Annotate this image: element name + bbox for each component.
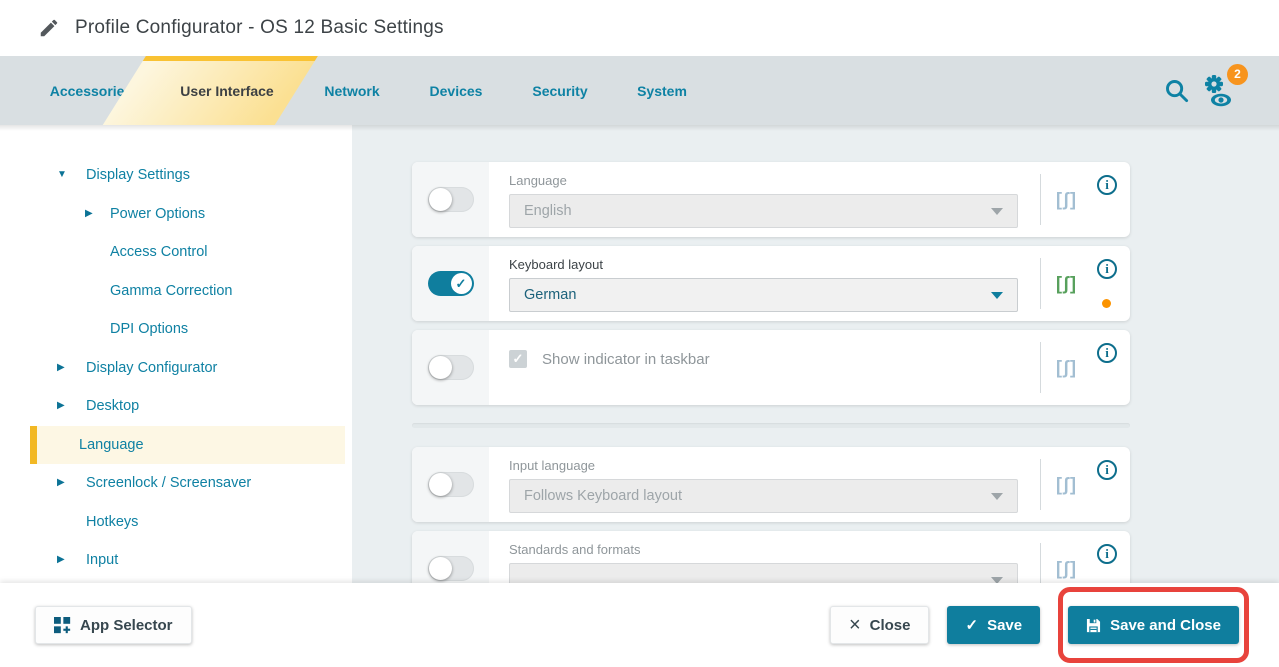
sidebar-item-access-control[interactable]: Access Control (30, 233, 345, 272)
setting-row-input-language: Input language Follows Keyboard layout [… (412, 447, 1130, 522)
dropdown-caret-icon (991, 208, 1003, 215)
app-grid-plus-icon (54, 617, 71, 634)
script-variable-icon[interactable]: [ʃ] (1056, 273, 1077, 294)
sidebar-item-dpi-options[interactable]: DPI Options (30, 310, 345, 349)
input-language-toggle[interactable] (428, 472, 474, 497)
setting-row-language: Language English [ʃ] i (412, 162, 1130, 237)
dropdown-caret-icon (991, 292, 1003, 299)
script-variable-icon[interactable]: [ʃ] (1056, 474, 1077, 495)
sidebar-item-language[interactable]: Language (30, 426, 345, 465)
check-icon: ✓ (965, 616, 978, 634)
modified-indicator-dot (1102, 299, 1111, 308)
tab-bar: Accessories User Interface Network Devic… (0, 56, 1279, 125)
sidebar-item-power-options[interactable]: ▶ Power Options (30, 195, 345, 234)
field-label: Input language (509, 458, 1018, 473)
sidebar-item-screenlock-screensaver[interactable]: ▶ Screenlock / Screensaver (30, 464, 345, 503)
info-icon[interactable]: i (1097, 343, 1117, 363)
script-variable-icon[interactable]: [ʃ] (1056, 558, 1077, 579)
input-language-select: Follows Keyboard layout (509, 479, 1018, 513)
sidebar-item-input[interactable]: ▶ Input (30, 541, 345, 580)
taskbar-indicator-checkbox: ✓ (509, 350, 527, 368)
close-x-icon: × (849, 615, 861, 635)
collapse-arrow-icon[interactable]: ▼ (57, 156, 67, 195)
sidebar-item-gamma-correction[interactable]: Gamma Correction (30, 272, 345, 311)
selected-value: German (524, 287, 576, 303)
setting-row-standards-formats: Standards and formats [ʃ] i (412, 531, 1130, 583)
info-icon[interactable]: i (1097, 175, 1117, 195)
pencil-icon (38, 17, 60, 39)
keyboard-layout-select[interactable]: German (509, 278, 1018, 312)
expand-arrow-icon[interactable]: ▶ (85, 195, 93, 234)
view-settings-gear-eye-icon[interactable]: 2 (1202, 73, 1236, 109)
highlight-annotation-box: Save and Close (1058, 587, 1249, 663)
expand-arrow-icon[interactable]: ▶ (57, 349, 65, 388)
tab-security[interactable]: Security (532, 56, 587, 125)
tab-user-interface[interactable]: User Interface (180, 56, 273, 125)
field-label: Standards and formats (509, 542, 1018, 557)
info-icon[interactable]: i (1097, 544, 1117, 564)
window-header: Profile Configurator - OS 12 Basic Setti… (0, 0, 1279, 56)
tab-system[interactable]: System (637, 56, 687, 125)
info-icon[interactable]: i (1097, 259, 1117, 279)
keyboard-layout-toggle[interactable]: ✓ (428, 271, 474, 296)
script-variable-icon[interactable]: [ʃ] (1056, 189, 1077, 210)
field-label: Keyboard layout (509, 257, 1018, 272)
standards-formats-toggle[interactable] (428, 556, 474, 581)
tab-devices[interactable]: Devices (430, 56, 483, 125)
dropdown-caret-icon (991, 493, 1003, 500)
floppy-save-icon (1086, 618, 1101, 633)
sidebar-item-desktop[interactable]: ▶ Desktop (30, 387, 345, 426)
save-button[interactable]: ✓ Save (947, 606, 1040, 644)
language-select: English (509, 194, 1018, 228)
app-selector-button[interactable]: App Selector (35, 606, 192, 644)
setting-row-show-indicator: ✓ Show indicator in taskbar [ʃ] i (412, 330, 1130, 405)
group-divider (412, 423, 1130, 428)
setting-row-keyboard-layout: ✓ Keyboard layout German [ʃ] i (412, 246, 1130, 321)
show-indicator-toggle[interactable] (428, 355, 474, 380)
toggle-check-icon: ✓ (451, 273, 472, 294)
notification-badge: 2 (1227, 64, 1248, 85)
field-label: Show indicator in taskbar (542, 351, 710, 368)
action-bar: App Selector × Close ✓ Save (0, 583, 1279, 667)
tab-network[interactable]: Network (324, 56, 379, 125)
search-icon[interactable] (1163, 77, 1190, 104)
expand-arrow-icon[interactable]: ▶ (57, 464, 65, 503)
expand-arrow-icon[interactable]: ▶ (57, 387, 65, 426)
expand-arrow-icon[interactable]: ▶ (57, 541, 65, 580)
sidebar-item-hotkeys[interactable]: Hotkeys (30, 503, 345, 542)
script-variable-icon[interactable]: [ʃ] (1056, 357, 1077, 378)
standards-formats-select (509, 563, 1018, 583)
info-icon[interactable]: i (1097, 460, 1117, 480)
page-title: Profile Configurator - OS 12 Basic Setti… (75, 17, 444, 39)
selected-value: English (524, 203, 572, 219)
selected-value: Follows Keyboard layout (524, 488, 682, 504)
settings-panel: Language English [ʃ] i ✓ Keyboard layout (352, 125, 1279, 583)
field-label: Language (509, 173, 1018, 188)
close-button[interactable]: × Close (830, 606, 930, 644)
language-toggle[interactable] (428, 187, 474, 212)
sidebar-item-display-configurator[interactable]: ▶ Display Configurator (30, 349, 345, 388)
settings-tree-sidebar: ▼ Display Settings ▶ Power Options Acces… (0, 125, 352, 583)
save-and-close-button[interactable]: Save and Close (1068, 606, 1239, 644)
sidebar-item-display-settings[interactable]: ▼ Display Settings (30, 156, 345, 195)
